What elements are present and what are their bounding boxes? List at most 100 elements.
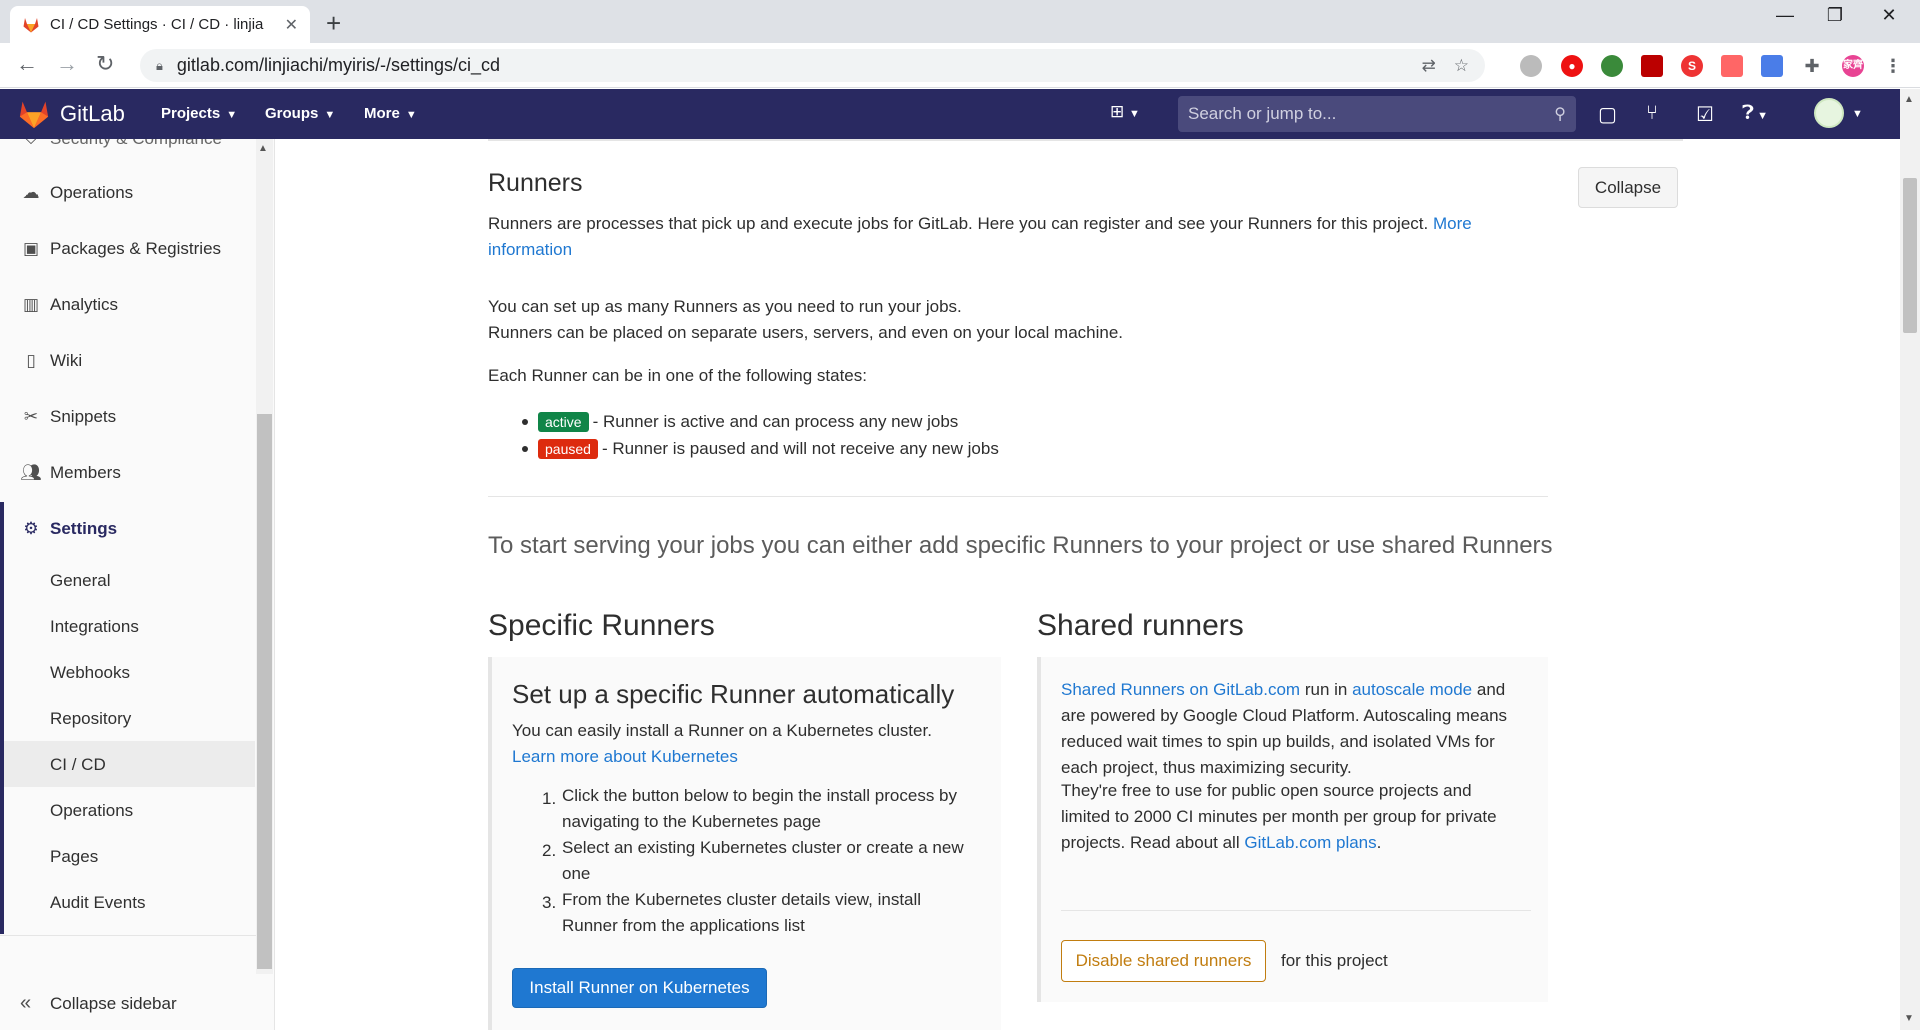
main-content: Runners Collapse Runners are processes t… — [276, 139, 1900, 1030]
help-icon[interactable]: ❓︎ ▼ — [1742, 102, 1768, 125]
project-sidebar: ⛉ Security & Compliance ☁ Operations ▣ P… — [0, 139, 275, 1030]
new-item-icon[interactable]: ⊞ ▼ — [1110, 102, 1140, 122]
search-input[interactable]: Search or jump to... ⚲ — [1178, 96, 1576, 132]
shared-pricing-line: limited to 2000 CI minutes per month per… — [1061, 807, 1497, 826]
tab-close-icon[interactable]: ✕ — [285, 15, 298, 35]
extension-5-icon[interactable] — [1721, 55, 1743, 77]
state-paused-item: paused - Runner is paused and will not r… — [522, 439, 999, 459]
sidebar-item-packages[interactable]: ▣ Packages & Registries — [20, 239, 221, 259]
sidebar-item-label: Security & Compliance — [50, 139, 222, 149]
sidebar-item-wiki[interactable]: ▯ Wiki — [20, 351, 82, 371]
more-information-link-text: information — [488, 240, 573, 259]
sidebar-item-security-partial[interactable]: ⛉ Security & Compliance — [20, 139, 222, 149]
maximize-icon[interactable]: ❐ — [1810, 5, 1860, 26]
specific-runners-heading: Specific Runners — [488, 609, 715, 642]
browser-tab[interactable]: CI / CD Settings · CI / CD · linjia ✕ — [10, 6, 310, 43]
sidebar-item-analytics[interactable]: ▥ Analytics — [20, 295, 118, 315]
merge-requests-icon[interactable]: ⑂ — [1646, 102, 1658, 125]
sidebar-item-label: Snippets — [50, 407, 117, 426]
url-field[interactable]: 🔒︎ gitlab.com/linjiachi/myiris/-/setting… — [140, 49, 1485, 82]
learn-kubernetes-link[interactable]: Learn more about Kubernetes — [512, 747, 738, 766]
forward-icon[interactable]: → — [56, 51, 78, 77]
sidebar-sub-pages[interactable]: Pages — [50, 847, 98, 867]
todos-icon[interactable]: ☑ — [1696, 102, 1714, 127]
user-menu-chevron-icon[interactable]: ▼ — [1852, 108, 1863, 120]
sidebar-item-members[interactable]: 👥︎ Members — [20, 463, 121, 483]
step-line: Click the button below to begin the inst… — [562, 786, 958, 805]
extension-3-icon[interactable] — [1601, 55, 1623, 77]
collapse-button[interactable]: Collapse — [1578, 167, 1678, 208]
page-scroll-up-icon[interactable]: ▲ — [1904, 94, 1914, 105]
sidebar-divider — [0, 935, 256, 936]
back-icon[interactable]: ← — [16, 51, 38, 77]
minimize-icon[interactable]: — — [1760, 5, 1810, 26]
bookmark-star-icon[interactable]: ☆ — [1454, 56, 1469, 76]
address-bar: ← → ↻ 🔒︎ gitlab.com/linjiachi/myiris/-/s… — [0, 43, 1920, 88]
window-close-icon[interactable]: ✕ — [1864, 5, 1914, 26]
more-menu[interactable]: More ▼ — [364, 105, 417, 122]
projects-menu[interactable]: Projects ▼ — [161, 105, 237, 122]
sidebar-sub-general[interactable]: General — [50, 571, 110, 591]
shield-icon: ⛉ — [20, 139, 42, 149]
disable-shared-runners-button[interactable]: Disable shared runners — [1061, 940, 1266, 982]
chevron-down-icon: ▼ — [324, 109, 336, 121]
pdf-extension-icon[interactable] — [1641, 55, 1663, 77]
profile-avatar[interactable]: 家齊 — [1842, 55, 1864, 77]
shared-desc-line1: Shared Runners on GitLab.com run in auto… — [1061, 677, 1507, 703]
sidebar-item-snippets[interactable]: ✂ Snippets — [20, 407, 116, 427]
paused-badge: paused — [538, 439, 598, 459]
new-tab-icon[interactable]: + — [326, 8, 341, 39]
more-menu-label: More — [364, 105, 400, 122]
runners-intro: Runners are processes that pick up and e… — [488, 211, 1548, 263]
sidebar-item-label: Analytics — [50, 295, 119, 314]
tab-title: CI / CD Settings · CI / CD · linjia — [50, 16, 264, 33]
translate-icon[interactable]: ⇄ — [1422, 56, 1436, 76]
collapse-sidebar-button[interactable]: « Collapse sidebar — [20, 992, 177, 1015]
gitlab-navbar: GitLab Projects ▼ Groups ▼ More ▼ ⊞ ▼ Searc… — [0, 89, 1900, 139]
groups-menu[interactable]: Groups ▼ — [265, 105, 335, 122]
sidebar-item-settings[interactable]: ⚙ Settings — [20, 519, 117, 539]
sidebar-sub-audit-events[interactable]: Audit Events — [50, 893, 145, 913]
states-intro: Each Runner can be in one of the followi… — [488, 366, 867, 385]
sidebar-item-operations[interactable]: ☁ Operations — [20, 183, 134, 203]
runners-setup-line: Runners can be placed on separate users,… — [488, 323, 1124, 342]
book-icon: ▯ — [26, 351, 36, 370]
specific-desc-text: You can easily install a Runner on a Kub… — [512, 721, 932, 740]
install-runner-button[interactable]: Install Runner on Kubernetes — [512, 968, 767, 1008]
scroll-up-arrow-icon[interactable]: ▲ — [258, 143, 268, 154]
package-icon: ▣ — [22, 239, 40, 258]
url-text: gitlab.com/linjiachi/myiris/-/settings/c… — [176, 55, 501, 75]
sidebar-scroll-thumb[interactable] — [257, 414, 272, 969]
specific-runner-box: Set up a specific Runner automatically Y… — [488, 657, 1001, 1030]
page-scroll-down-icon[interactable]: ▼ — [1904, 1013, 1914, 1024]
translate-extension-icon[interactable] — [1761, 55, 1783, 77]
autoscale-mode-link[interactable]: autoscale mode — [1352, 680, 1472, 699]
user-avatar[interactable] — [1814, 98, 1844, 128]
projects-menu-label: Projects — [161, 105, 221, 122]
sidebar-sub-repository[interactable]: Repository — [50, 709, 131, 729]
sidebar-sub-integrations[interactable]: Integrations — [50, 617, 139, 637]
extensions-puzzle-icon[interactable]: ✚ — [1801, 55, 1823, 77]
runners-lead: To start serving your jobs you can eithe… — [488, 532, 1553, 559]
page-scroll-thumb[interactable] — [1903, 178, 1917, 333]
sidebar-sub-operations[interactable]: Operations — [50, 801, 133, 821]
runners-setup-line: You can set up as many Runners as you ne… — [488, 297, 962, 316]
browser-menu-icon[interactable]: ⋮ — [1882, 55, 1904, 77]
extension-s-icon[interactable]: S — [1681, 55, 1703, 77]
issues-icon[interactable]: ▢ — [1598, 102, 1617, 127]
shared-runners-gitlab-link[interactable]: Shared Runners on GitLab.com — [1061, 680, 1300, 699]
gitlab-home-link[interactable]: GitLab — [18, 99, 125, 129]
sidebar-sub-webhooks[interactable]: Webhooks — [50, 663, 130, 683]
shared-text: and — [1476, 680, 1506, 699]
extension-2-icon[interactable]: ● — [1561, 55, 1583, 77]
sidebar-sub-ci-cd[interactable]: CI / CD — [50, 755, 106, 775]
reload-icon[interactable]: ↻ — [96, 51, 114, 77]
browser-tabstrip: CI / CD Settings · CI / CD · linjia ✕ + … — [0, 0, 1920, 43]
gitlab-favicon-icon — [23, 17, 39, 32]
active-badge: active — [538, 412, 589, 432]
extension-1-icon[interactable] — [1520, 55, 1542, 77]
state-paused-text: - Runner is paused and will not receive … — [601, 439, 999, 458]
shared-text: projects. Read about all — [1061, 833, 1240, 852]
gitlab-plans-link[interactable]: GitLab.com plans — [1244, 833, 1376, 852]
bullet-dot — [522, 419, 528, 425]
